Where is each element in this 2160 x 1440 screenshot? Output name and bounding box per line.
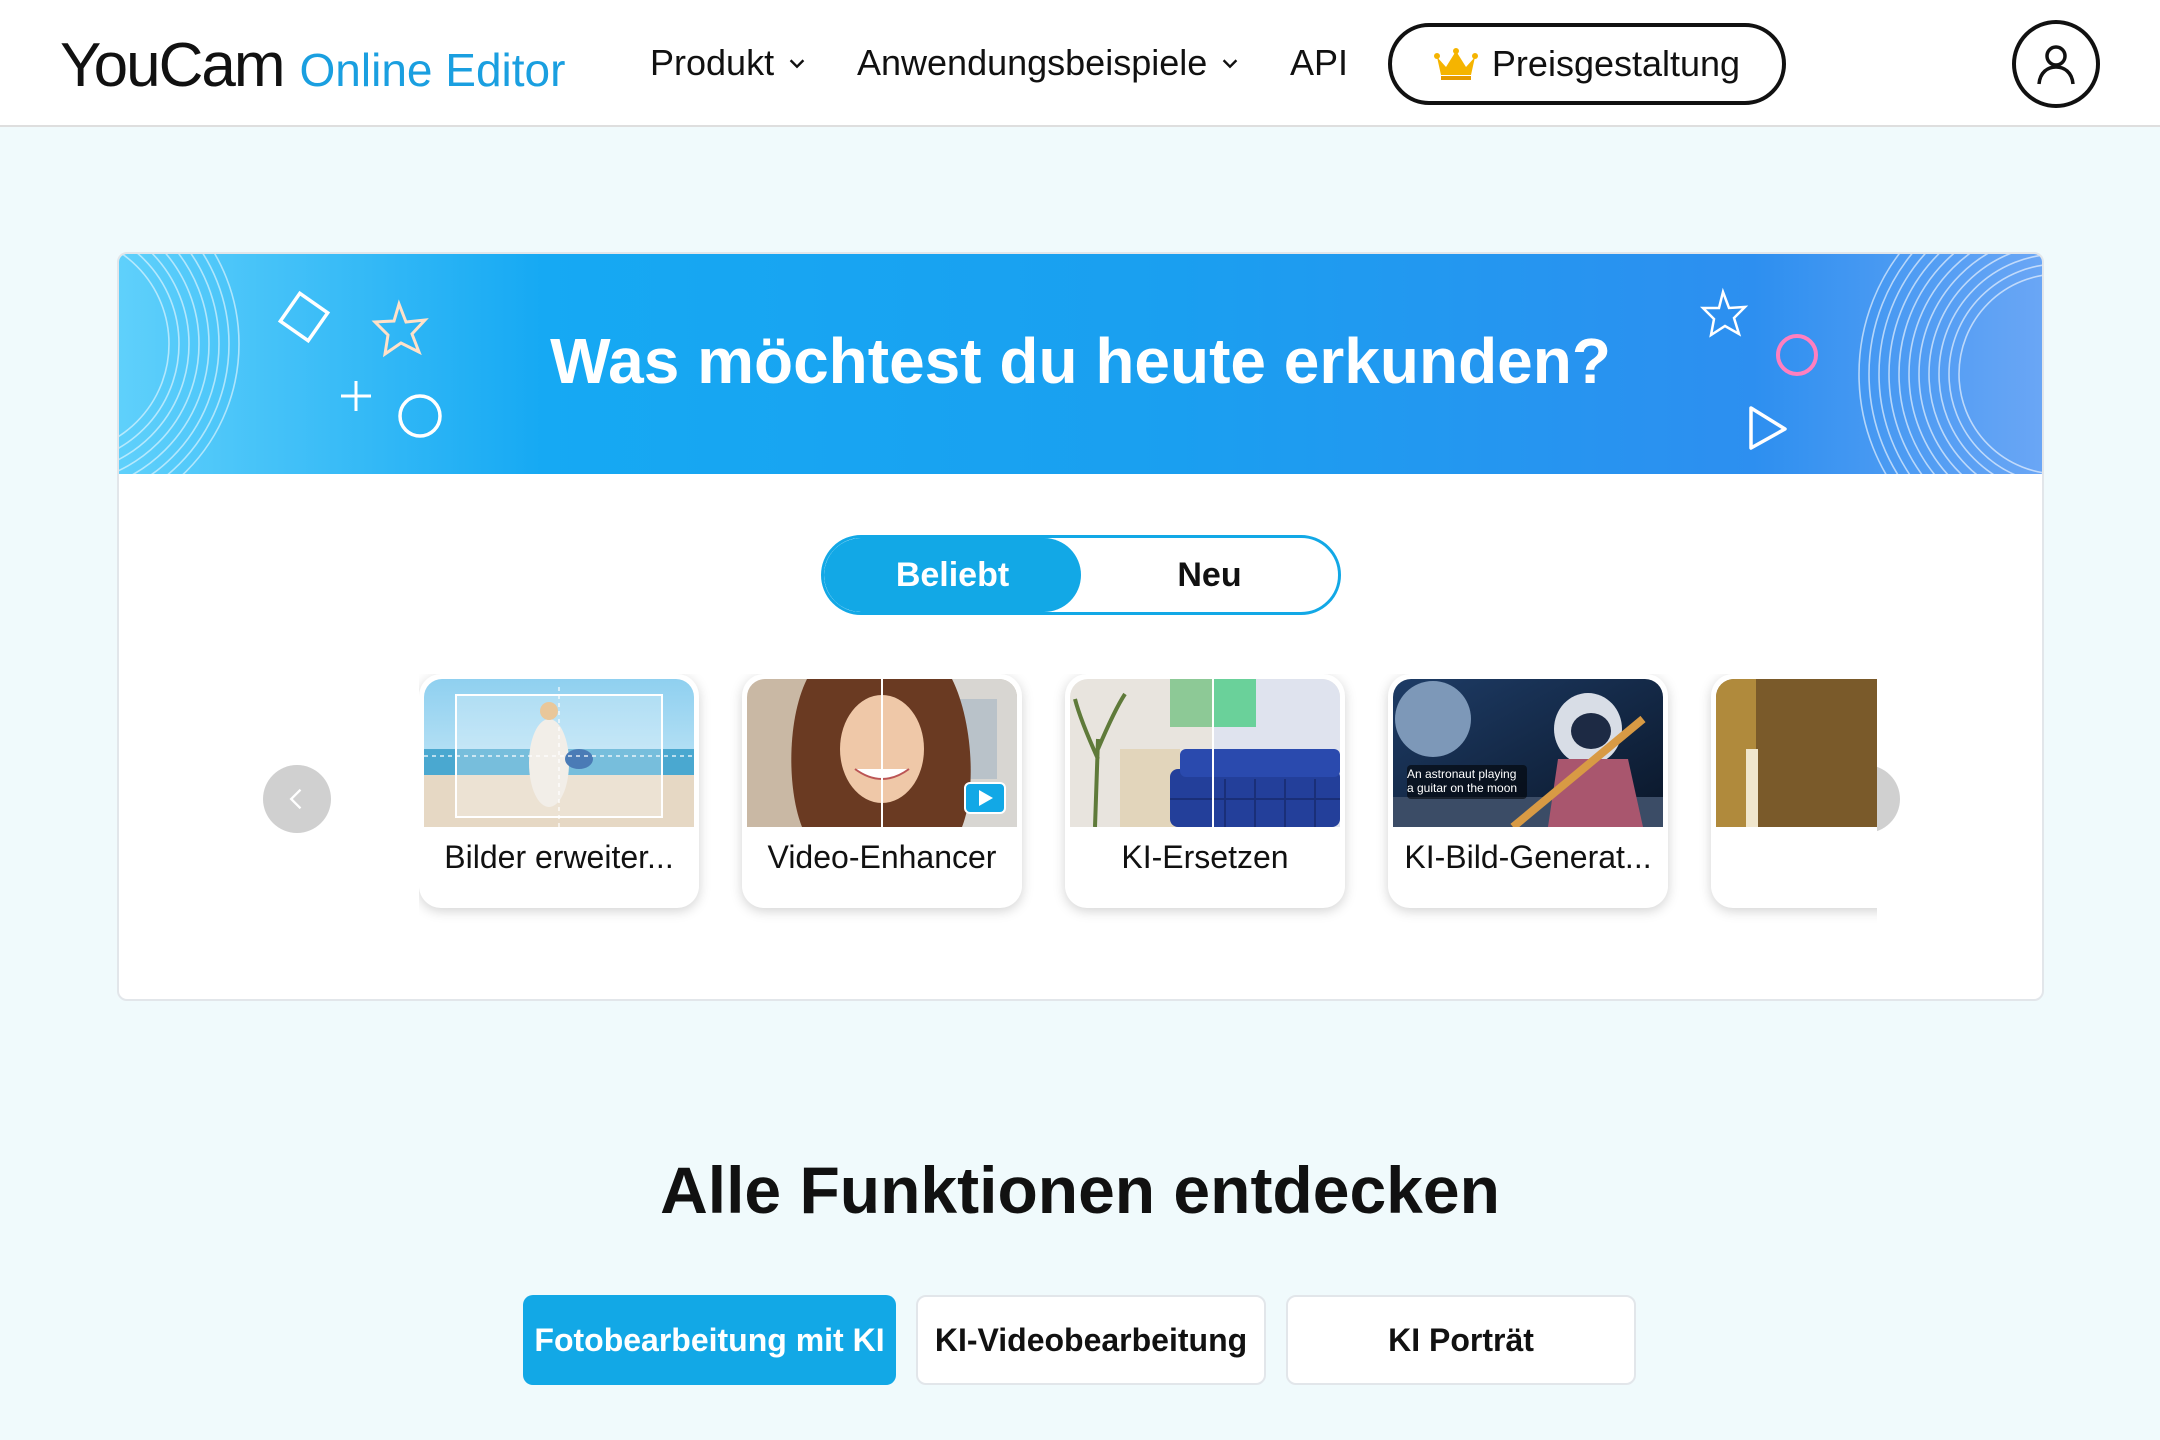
tool-label: KI-Bild-Generat... xyxy=(1404,839,1652,875)
tool-card-ki-bild-generator[interactable]: An astronaut playing a guitar on the moo… xyxy=(1388,674,1668,908)
explore-panel: Was möchtest du heute erkunden? Beliebt … xyxy=(117,252,2044,1001)
banner-title: Was möchtest du heute erkunden? xyxy=(550,325,1611,397)
logo-product-name: Online Editor xyxy=(299,44,566,96)
tool-label: Video-Enhancer xyxy=(767,839,997,875)
popular-new-toggle: Beliebt Neu xyxy=(821,535,1341,615)
logo[interactable]: YouCam Online Editor xyxy=(60,30,565,101)
nav-api-label: API xyxy=(1290,42,1349,83)
tool-thumbnail xyxy=(1716,679,1877,827)
category-videobearbeitung-button[interactable]: KI-Videobearbeitung xyxy=(916,1295,1266,1385)
top-navbar: YouCam Online Editor Produkt Anwendungsb… xyxy=(0,0,2160,127)
nav-anwendungsbeispiele-label: Anwendungsbeispiele xyxy=(857,42,1208,83)
category-portraet-button[interactable]: KI Porträt xyxy=(1286,1295,1636,1385)
chevron-down-icon xyxy=(789,59,805,69)
nav-produkt[interactable]: Produkt xyxy=(650,42,808,84)
logo-wordmark: YouCam xyxy=(60,31,286,100)
ai-replace-thumbnail xyxy=(1070,679,1340,827)
tab-neu[interactable]: Neu xyxy=(1081,538,1338,612)
crown-icon xyxy=(1433,48,1478,80)
nav-anwendungsbeispiele[interactable]: Anwendungsbeispiele xyxy=(857,42,1241,84)
user-icon xyxy=(2037,45,2075,85)
pricing-label: Preisgestaltung xyxy=(1491,43,1741,84)
ai-image-generator-thumbnail xyxy=(1393,679,1663,827)
section-title: Alle Funktionen entdecken xyxy=(660,1153,1500,1227)
pricing-button[interactable]: Preisgestaltung xyxy=(1388,23,1786,105)
video-enhancer-thumbnail xyxy=(747,679,1017,827)
tool-label: Bilder erweiter... xyxy=(444,839,674,875)
thumbnail-caption: An astronaut playing a guitar on the moo… xyxy=(1407,767,1518,795)
chevron-left-icon xyxy=(289,788,302,810)
chevron-down-icon xyxy=(1223,59,1238,69)
category-fotobearbeitung-button[interactable]: Fotobearbeitung mit KI xyxy=(523,1295,896,1385)
nav-produkt-label: Produkt xyxy=(650,42,775,83)
nav-api[interactable]: API xyxy=(1290,42,1348,84)
tab-beliebt[interactable]: Beliebt xyxy=(824,538,1081,612)
user-account-button[interactable] xyxy=(2012,20,2100,108)
tool-card-bilder-erweitern[interactable]: Bilder erweiter... xyxy=(419,674,699,908)
carousel-prev-button[interactable] xyxy=(263,765,331,833)
tool-card-ki-ersetzen[interactable]: KI-Ersetzen xyxy=(1065,674,1345,908)
tool-label: KI-Ersetzen xyxy=(1121,839,1289,875)
tool-carousel: Bilder erweiter... Video-Enhancer KI-Ers… xyxy=(419,674,1877,974)
explore-banner: Was möchtest du heute erkunden? xyxy=(119,254,2042,474)
expand-image-thumbnail xyxy=(424,679,694,827)
tool-card-partial[interactable] xyxy=(1711,674,1877,908)
tool-card-video-enhancer[interactable]: Video-Enhancer xyxy=(742,674,1022,908)
